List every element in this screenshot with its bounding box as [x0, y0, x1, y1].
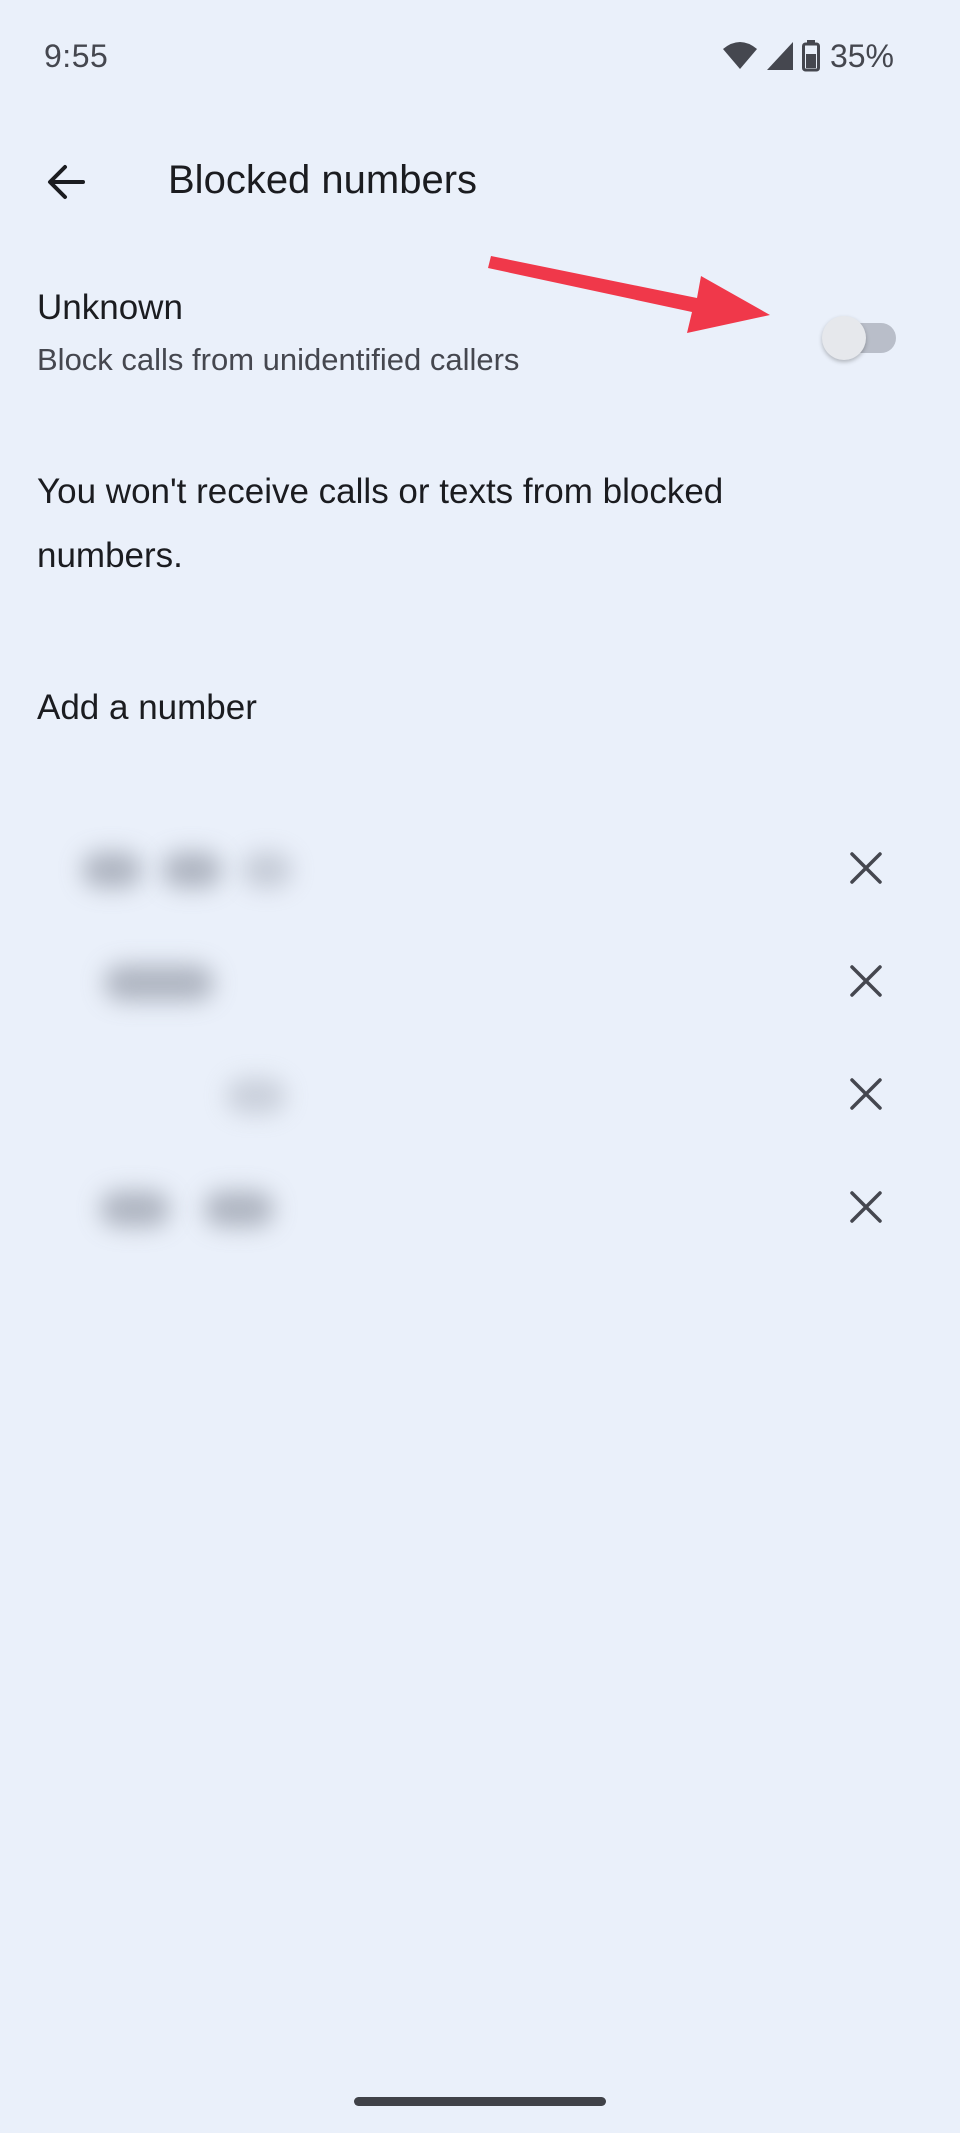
list-item: [0, 1155, 960, 1268]
gesture-nav-handle[interactable]: [354, 2097, 606, 2106]
cell-signal-icon: [766, 41, 794, 71]
battery-icon: [801, 40, 820, 72]
remove-number-button[interactable]: [836, 953, 896, 1013]
remove-number-button[interactable]: [836, 1066, 896, 1126]
close-icon: [849, 851, 883, 890]
blocked-numbers-list: [0, 816, 960, 1268]
blurred-phone-number: [90, 951, 250, 1011]
setting-summary: Block calls from unidentified callers: [37, 342, 520, 377]
remove-number-button[interactable]: [836, 840, 896, 900]
list-item: [0, 816, 960, 929]
unknown-callers-setting[interactable]: Unknown Block calls from unidentified ca…: [0, 268, 960, 398]
list-item: [0, 929, 960, 1042]
blurred-phone-number: [80, 1177, 310, 1237]
back-button[interactable]: [28, 146, 104, 222]
status-icons: 35%: [722, 36, 894, 76]
status-time: 9:55: [44, 38, 109, 74]
add-number-button[interactable]: Add a number: [0, 680, 960, 736]
close-icon: [849, 964, 883, 1003]
app-bar: Blocked numbers: [0, 130, 960, 230]
arrow-back-icon: [45, 161, 87, 208]
remove-number-button[interactable]: [836, 1179, 896, 1239]
close-icon: [849, 1077, 883, 1116]
list-item: [0, 1042, 960, 1155]
unknown-callers-toggle[interactable]: [820, 308, 900, 360]
toggle-thumb: [822, 316, 866, 360]
add-number-label: Add a number: [37, 688, 257, 727]
close-icon: [849, 1190, 883, 1229]
blurred-phone-number: [200, 1064, 320, 1124]
status-bar: 9:55 35%: [0, 0, 960, 112]
setting-title: Unknown: [37, 288, 183, 327]
battery-percent: 35%: [829, 37, 894, 74]
info-text: You won't receive calls or texts from bl…: [37, 472, 724, 575]
wifi-icon: [722, 41, 758, 71]
blurred-phone-number: [70, 838, 310, 898]
page-title: Blocked numbers: [168, 158, 478, 202]
